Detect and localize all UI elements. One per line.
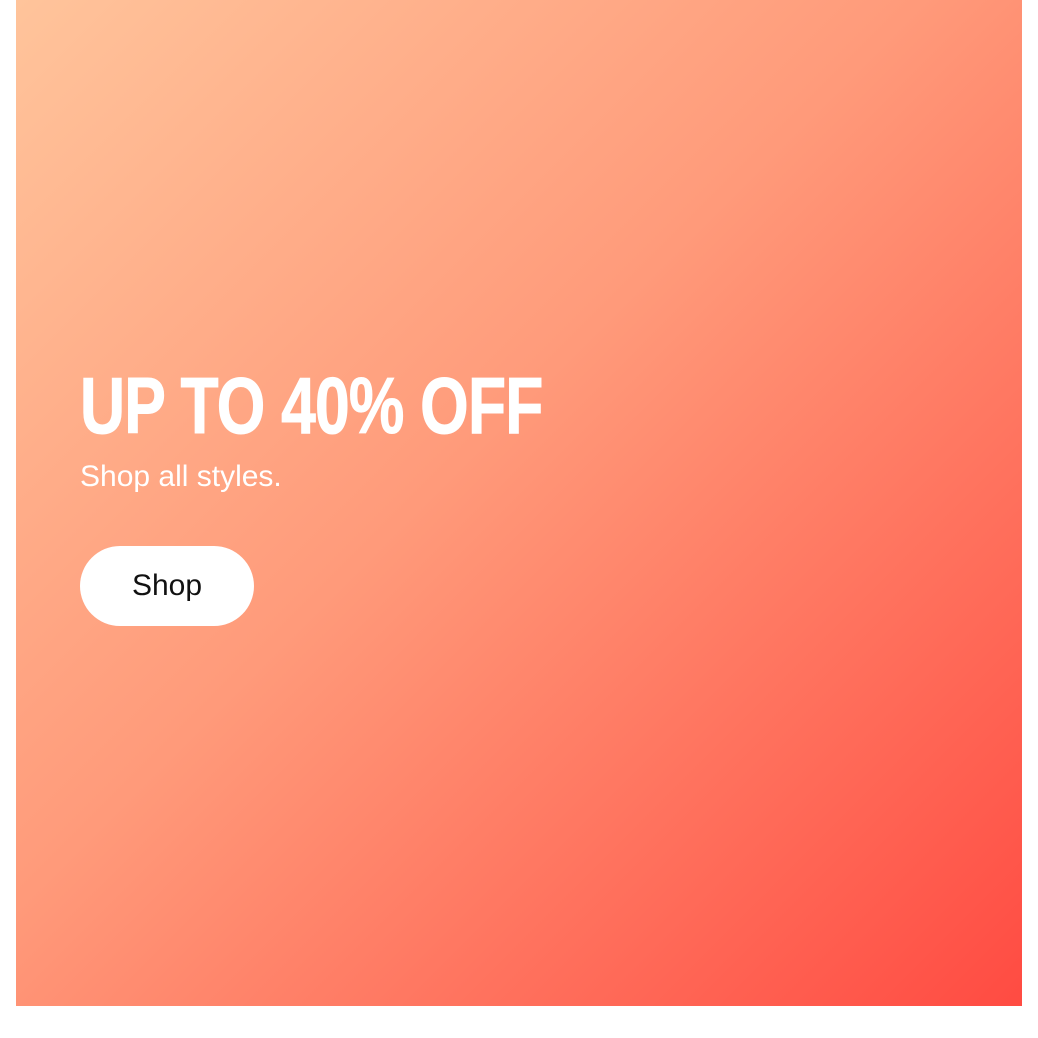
promo-banner[interactable]: UP TO 40% OFF Shop all styles. Shop [16, 0, 1022, 1006]
promo-subhead: Shop all styles. [80, 460, 282, 493]
promo-content: UP TO 40% OFF Shop all styles. Shop [80, 361, 673, 626]
promo-headline: UP TO 40% OFF [80, 361, 544, 450]
shop-button[interactable]: Shop [80, 546, 254, 626]
page: UP TO 40% OFF Shop all styles. Shop [0, 0, 1038, 1038]
